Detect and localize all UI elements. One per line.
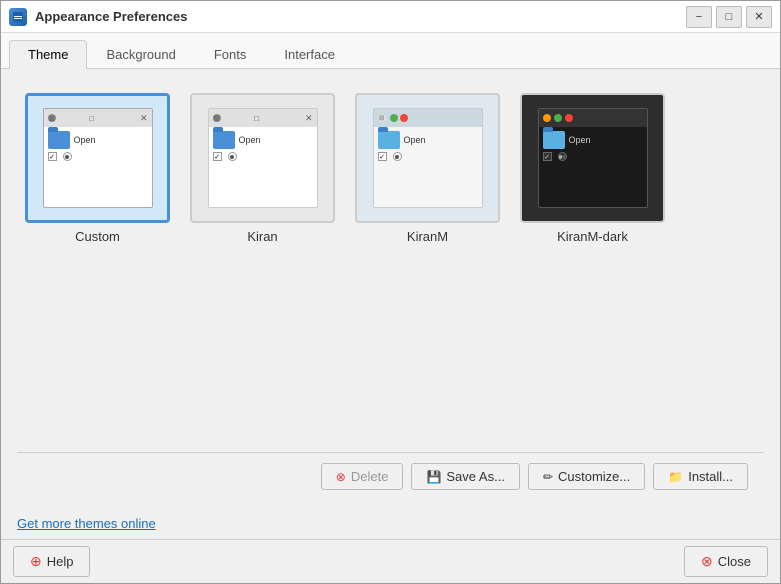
tab-background[interactable]: Background [87,40,194,69]
save-as-label: Save As... [446,469,505,484]
close-label: Close [718,554,751,569]
main-content: ⊠ □ ✕ Open ✓ [1,69,780,516]
theme-item-custom[interactable]: ⊠ □ ✕ Open ✓ [25,93,170,244]
maximize-button[interactable]: □ [716,6,742,28]
mini-radio-km [393,152,402,161]
themes-grid: ⊠ □ ✕ Open ✓ [17,85,764,252]
theme-label-custom: Custom [75,229,120,244]
mini-radio-k [228,152,237,161]
theme-preview-kiran[interactable]: ⊠ □ ✕ Open ✓ [190,93,335,223]
theme-label-kiranm: KiranM [407,229,448,244]
footer: ⊕ Help ⊗ Close [1,539,780,583]
save-icon: 💾 [426,470,441,484]
mini-radio [63,152,72,161]
theme-label-kiranm-dark: KiranM-dark [557,229,628,244]
inner-window-custom: ⊠ □ ✕ Open ✓ [43,108,153,208]
window-close-button[interactable]: ✕ [746,6,772,28]
main-window: Appearance Preferences − □ ✕ Theme Backg… [0,0,781,584]
tab-interface[interactable]: Interface [265,40,354,69]
inner-titlebar-kiranm: ⊠ [374,109,482,127]
install-label: Install... [688,469,733,484]
mini-checkbox-k: ✓ [213,152,222,161]
help-label: Help [47,554,74,569]
action-buttons: ⊗ Delete 💾 Save As... ✏ Customize... 📁 I… [321,463,748,490]
inner-titlebar-custom: ⊠ □ ✕ [44,109,152,127]
inner-titlebar-kiran: ⊠ □ ✕ [209,109,317,127]
install-icon: 📁 [668,470,683,484]
action-bar: ⊗ Delete 💾 Save As... ✏ Customize... 📁 I… [17,452,764,500]
link-area: Get more themes online [1,516,780,539]
get-themes-link[interactable]: Get more themes online [17,516,156,531]
help-button[interactable]: ⊕ Help [13,546,90,577]
theme-item-kiranm-dark[interactable]: Open ✓ Ki [520,93,665,244]
tab-fonts[interactable]: Fonts [195,40,266,69]
title-bar: Appearance Preferences − □ ✕ [1,1,780,33]
theme-item-kiranm[interactable]: ⊠ Open ✓ [355,93,500,244]
theme-item-kiran[interactable]: ⊠ □ ✕ Open ✓ [190,93,335,244]
close-button[interactable]: ⊗ Close [684,546,768,577]
edit-icon: ✏ [543,470,553,484]
theme-preview-kiranm-dark[interactable]: Open ✓ [520,93,665,223]
window-title: Appearance Preferences [35,9,686,24]
inner-window-kiran: ⊠ □ ✕ Open ✓ [208,108,318,208]
inner-window-kiranm-dark: Open ✓ [538,108,648,208]
customize-button[interactable]: ✏ Customize... [528,463,645,490]
theme-preview-custom[interactable]: ⊠ □ ✕ Open ✓ [25,93,170,223]
mini-radio-kmd [558,152,567,161]
theme-label-kiran: Kiran [247,229,277,244]
tab-theme[interactable]: Theme [9,40,87,69]
close-icon: ⊗ [701,553,713,570]
delete-button[interactable]: ⊗ Delete [321,463,404,490]
window-controls: − □ ✕ [686,6,772,28]
customize-label: Customize... [558,469,630,484]
mini-checkbox: ✓ [48,152,57,161]
mini-checkbox-kmd: ✓ [543,152,552,161]
inner-window-kiranm: ⊠ Open ✓ [373,108,483,208]
help-icon: ⊕ [30,553,42,570]
mini-checkbox-km: ✓ [378,152,387,161]
delete-icon: ⊗ [336,470,346,484]
tabs-bar: Theme Background Fonts Interface [1,33,780,69]
theme-preview-kiranm[interactable]: ⊠ Open ✓ [355,93,500,223]
save-as-button[interactable]: 💾 Save As... [411,463,520,490]
delete-label: Delete [351,469,389,484]
inner-titlebar-kiranm-dark [539,109,647,127]
app-icon [9,8,27,26]
minimize-button[interactable]: − [686,6,712,28]
install-button[interactable]: 📁 Install... [653,463,748,490]
